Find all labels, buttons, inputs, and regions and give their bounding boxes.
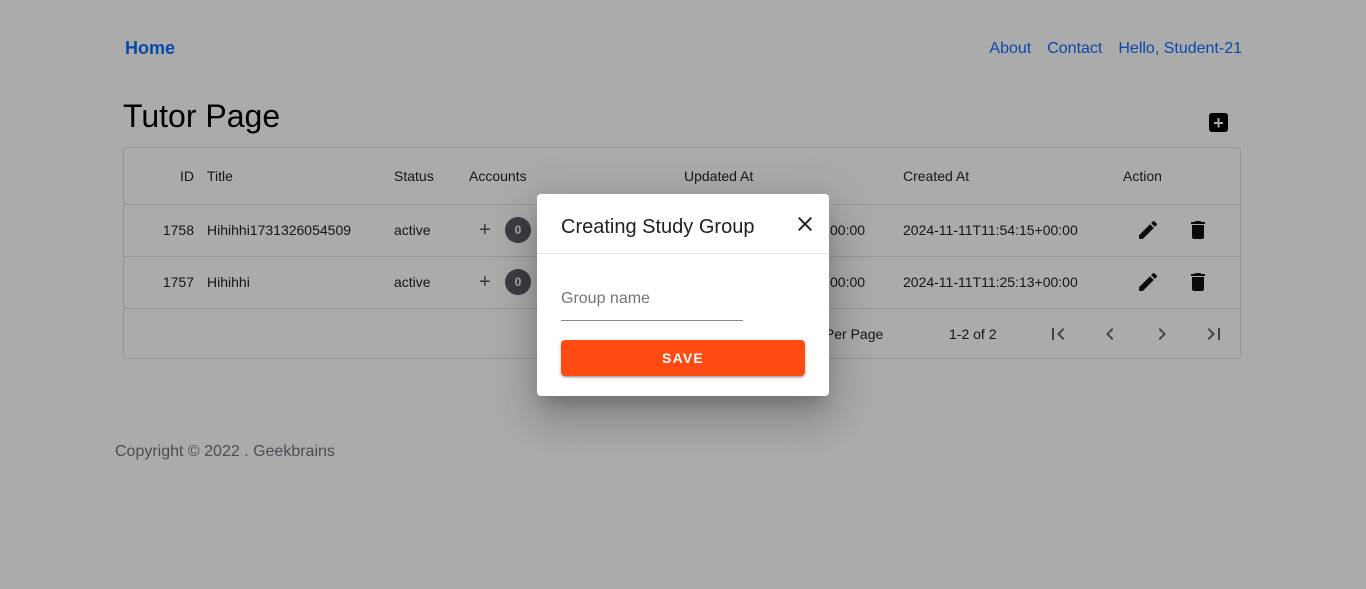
group-name-input[interactable]: [561, 278, 743, 321]
dialog-divider: [537, 253, 829, 254]
dialog-title: Creating Study Group: [561, 216, 755, 238]
save-button[interactable]: SAVE: [561, 340, 805, 376]
create-study-group-dialog: Creating Study Group SAVE: [537, 194, 829, 396]
close-icon[interactable]: [793, 212, 817, 236]
